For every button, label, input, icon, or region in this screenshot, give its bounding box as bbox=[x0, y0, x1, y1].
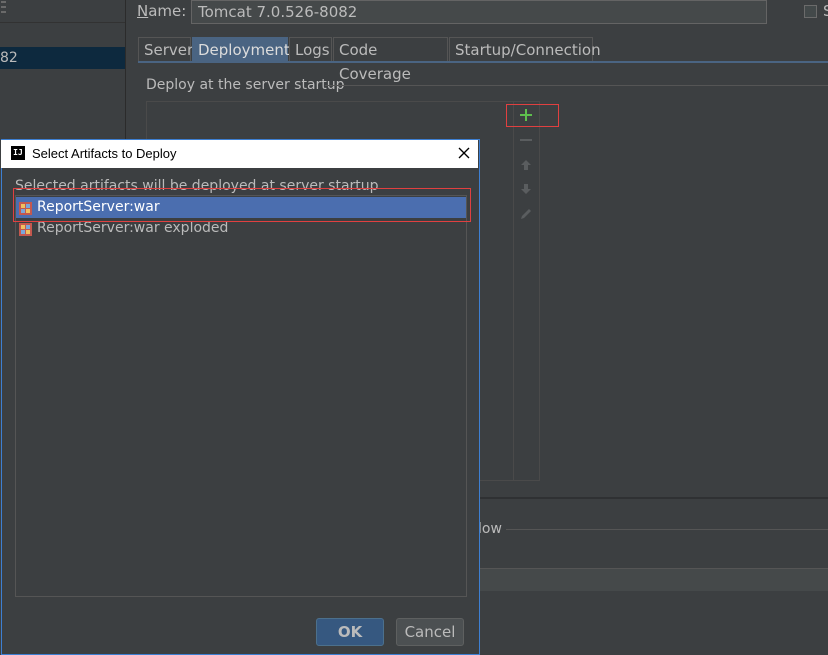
artifact-list[interactable] bbox=[15, 195, 467, 597]
ok-button[interactable]: OK bbox=[316, 618, 384, 646]
pencil-icon[interactable] bbox=[514, 207, 538, 225]
artifact-icon bbox=[19, 222, 32, 236]
before-launch-list[interactable] bbox=[478, 568, 828, 591]
section-divider bbox=[325, 85, 828, 86]
name-label: Name: bbox=[137, 2, 187, 20]
share-label: S bbox=[823, 2, 828, 20]
before-launch-label: low bbox=[478, 521, 502, 537]
tab-logs[interactable]: Logs bbox=[289, 37, 332, 61]
share-checkbox[interactable] bbox=[804, 5, 817, 18]
add-button-highlight bbox=[506, 104, 559, 127]
sort-icon[interactable] bbox=[0, 0, 8, 17]
dialog-title: Select Artifacts to Deploy bbox=[32, 146, 177, 161]
section-divider bbox=[506, 529, 828, 530]
intellij-app-icon: IJ bbox=[11, 146, 25, 160]
name-input[interactable]: Tomcat 7.0.526-8082 bbox=[191, 0, 767, 24]
tabs-underline bbox=[138, 61, 828, 63]
tab-deployment[interactable]: Deployment bbox=[192, 37, 290, 61]
arrow-down-icon[interactable] bbox=[514, 182, 538, 200]
close-icon[interactable] bbox=[455, 142, 473, 164]
cancel-button[interactable]: Cancel bbox=[396, 618, 464, 646]
tree-toolbar bbox=[0, 0, 125, 23]
deploy-section-label: Deploy at the server startup bbox=[146, 77, 345, 93]
tree-item-label: 82 bbox=[0, 50, 18, 66]
arrow-up-icon[interactable] bbox=[514, 158, 538, 176]
tab-startup-connection[interactable]: Startup/Connection bbox=[449, 37, 601, 61]
selection-highlight bbox=[13, 188, 471, 222]
tab-server[interactable]: Server bbox=[138, 37, 193, 61]
minus-icon[interactable] bbox=[514, 133, 538, 151]
tree-item-tomcat[interactable]: 82 bbox=[0, 47, 125, 69]
tab-code-coverage[interactable]: Code Coverage bbox=[333, 37, 448, 83]
